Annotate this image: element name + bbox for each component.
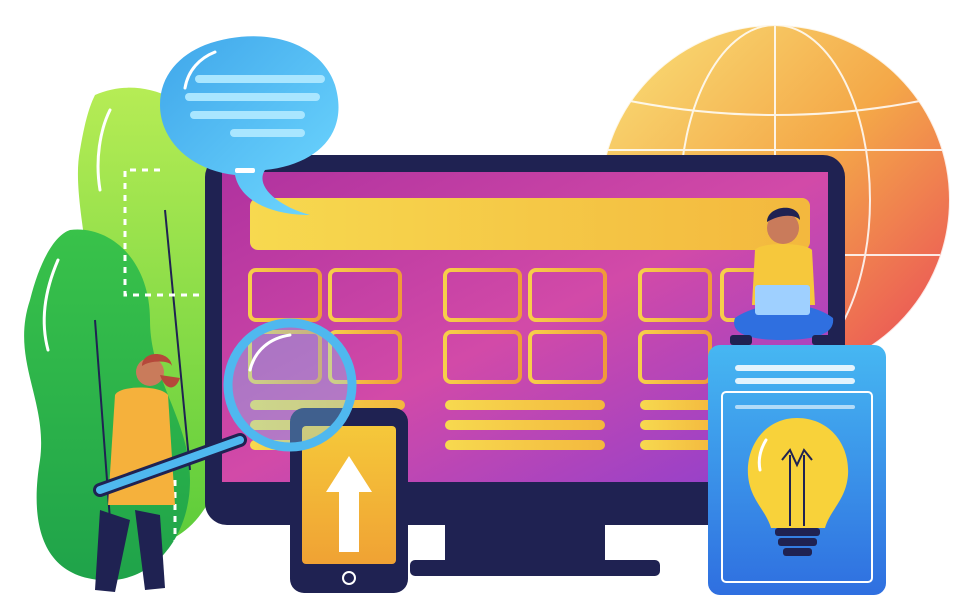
web-design-illustration — [24, 24, 951, 595]
header-bar — [250, 198, 810, 250]
tablet — [708, 345, 886, 595]
magnifier-icon — [223, 318, 357, 452]
